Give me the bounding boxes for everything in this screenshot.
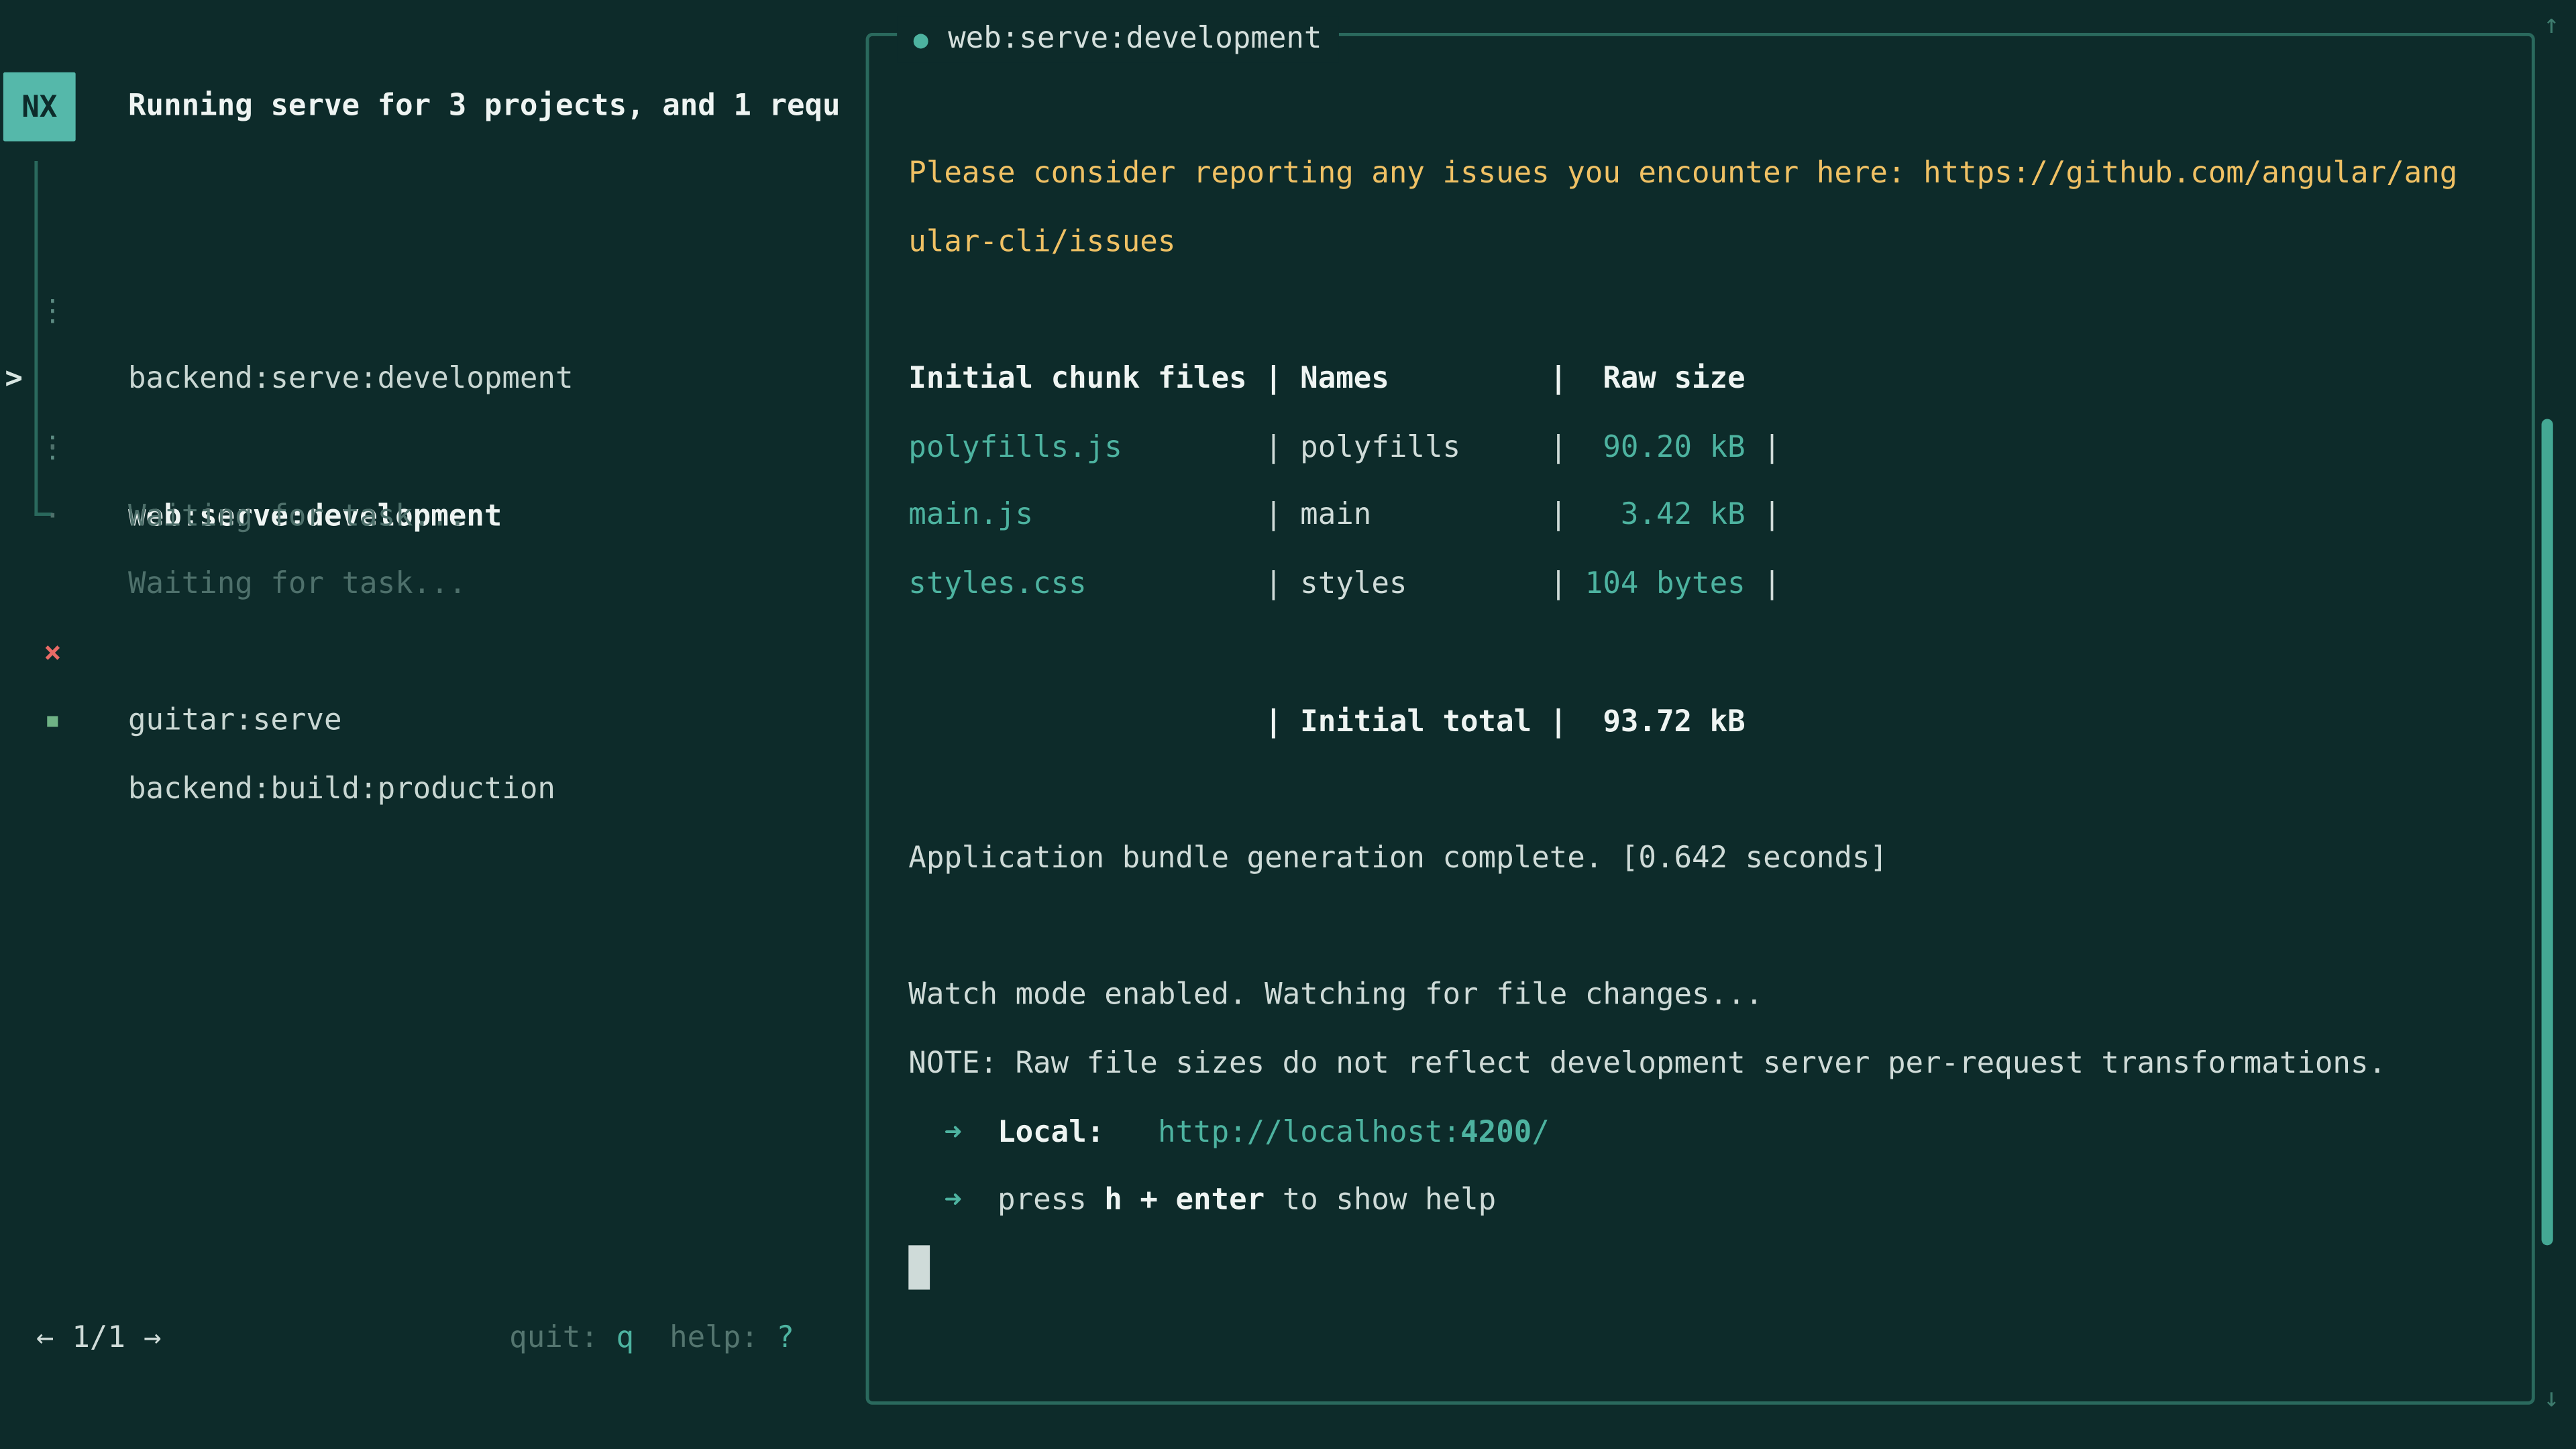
nx-terminal-ui: NX Running serve for 3 projects, and 1 r… bbox=[0, 0, 2576, 1449]
terminal-text bbox=[908, 1115, 944, 1149]
chunk-file-name: polyfills.js bbox=[908, 430, 1122, 464]
terminal-text: to show help bbox=[1265, 1183, 1496, 1218]
terminal-line: polyfills.js | polyfills | 90.20 kB | bbox=[908, 414, 2522, 482]
terminal-line: Initial chunk files | Names | Raw size bbox=[908, 345, 2522, 413]
task-output-title: ● web:serve:development bbox=[897, 16, 1338, 62]
terminal-line bbox=[908, 893, 2522, 961]
terminal-line: styles.css | styles | 104 bytes | bbox=[908, 551, 2522, 619]
task-item-web-serve[interactable]: > ⋮ web:serve:development bbox=[0, 277, 866, 345]
task-item-backend-serve[interactable]: ⋮ backend:serve:development bbox=[0, 209, 866, 277]
chunk-raw-size: 104 bytes bbox=[1585, 567, 1746, 601]
initial-total: | Initial total | 93.72 kB bbox=[908, 704, 1745, 738]
chunk-raw-size: 3.42 kB bbox=[1621, 498, 1746, 533]
nx-logo: NX bbox=[3, 72, 76, 142]
keyboard-hints: quit: q help: ? bbox=[509, 1304, 794, 1373]
terminal-text: | bbox=[1746, 430, 1781, 464]
pager: ← 1/1 → bbox=[36, 1304, 162, 1373]
local-url-port[interactable]: 4200 bbox=[1460, 1115, 1532, 1149]
help-hint-label: help: bbox=[669, 1321, 776, 1355]
terminal-text: | bbox=[1746, 567, 1781, 601]
terminal-line: Please consider reporting any issues you… bbox=[908, 140, 2522, 208]
terminal-text: | main | bbox=[1033, 498, 1621, 533]
terminal-line bbox=[908, 619, 2522, 688]
task-item-waiting-1[interactable]: · Waiting for task... bbox=[0, 345, 866, 414]
arrow-icon: ➜ bbox=[944, 1115, 962, 1149]
local-url-link[interactable]: http://localhost: bbox=[1158, 1115, 1460, 1149]
chunk-file-name: styles.css bbox=[908, 567, 1086, 601]
sidebar-title: Running serve for 3 projects, and 1 requ bbox=[128, 72, 866, 142]
sidebar: NX Running serve for 3 projects, and 1 r… bbox=[0, 0, 866, 1449]
note-message: NOTE: Raw file sizes do not reflect deve… bbox=[908, 1046, 2386, 1081]
terminal-text bbox=[962, 1115, 998, 1149]
terminal-lines: Please consider reporting any issues you… bbox=[908, 140, 2522, 1304]
terminal-text: | polyfills | bbox=[1122, 430, 1603, 464]
task-label: backend:build:production bbox=[128, 756, 555, 824]
success-square-icon: ■ bbox=[38, 688, 67, 756]
local-label: Local: bbox=[998, 1115, 1104, 1149]
chunk-file-name: main.js bbox=[908, 498, 1033, 533]
pager-prev-arrow[interactable]: ← bbox=[36, 1304, 54, 1373]
arrow-icon: ➜ bbox=[944, 1183, 962, 1218]
status-bullet-icon: ● bbox=[914, 25, 928, 54]
task-item-backend-build[interactable]: ■ backend:build:production bbox=[0, 619, 866, 688]
terminal-text bbox=[1104, 1115, 1158, 1149]
task-output-title-text: web:serve:development bbox=[948, 21, 1322, 56]
bundle-complete-message: Application bundle generation complete. … bbox=[908, 841, 1888, 875]
terminal-line: NOTE: Raw file sizes do not reflect deve… bbox=[908, 1030, 2522, 1098]
task-item-guitar-serve[interactable]: × guitar:serve bbox=[0, 550, 866, 619]
terminal-line: ular-cli/issues bbox=[908, 208, 2522, 276]
task-label: guitar:serve bbox=[128, 688, 341, 756]
scroll-down-icon[interactable]: ↓ bbox=[2532, 1382, 2571, 1413]
help-key: ? bbox=[776, 1321, 794, 1355]
github-issues-link[interactable]: ular-cli/issues bbox=[908, 225, 1175, 259]
terminal-text: | styles | bbox=[1087, 567, 1585, 601]
task-list-finished: × guitar:serve ■ backend:build:productio… bbox=[0, 550, 866, 687]
terminal-line: main.js | main | 3.42 kB | bbox=[908, 482, 2522, 551]
terminal-line bbox=[908, 1236, 2522, 1304]
task-label: Waiting for task... bbox=[128, 482, 466, 551]
scroll-up-icon[interactable]: ↑ bbox=[2532, 8, 2571, 40]
quit-key: q bbox=[616, 1321, 634, 1355]
terminal-line: ➜ Local: http://localhost:4200/ bbox=[908, 1098, 2522, 1167]
hint-separator bbox=[634, 1321, 669, 1355]
terminal-cursor bbox=[908, 1244, 930, 1289]
terminal-text bbox=[908, 1183, 944, 1218]
terminal-line: | Initial total | 93.72 kB bbox=[908, 688, 2522, 756]
help-keys: h + enter bbox=[1104, 1183, 1265, 1218]
terminal-line bbox=[908, 276, 2522, 345]
quit-hint-label: quit: bbox=[509, 1321, 616, 1355]
scrollbar-thumb[interactable] bbox=[2542, 419, 2553, 1245]
terminal-line: Watch mode enabled. Watching for file ch… bbox=[908, 961, 2522, 1030]
github-issues-link[interactable]: https://github.com/angular/ang bbox=[1923, 156, 2457, 191]
task-item-waiting-2[interactable]: · Waiting for task... bbox=[0, 414, 866, 482]
terminal-line: Application bundle generation complete. … bbox=[908, 824, 2522, 893]
pager-current: 1/1 bbox=[72, 1304, 125, 1373]
task-list-running: ⋮ backend:serve:development > ⋮ web:serv… bbox=[0, 209, 866, 482]
terminal-text: Please consider reporting any issues you… bbox=[908, 156, 1923, 191]
terminal-text: | bbox=[1746, 498, 1781, 533]
terminal-line: ➜ press h + enter to show help bbox=[908, 1167, 2522, 1236]
pager-next-arrow[interactable]: → bbox=[144, 1304, 162, 1373]
local-url-link[interactable]: / bbox=[1532, 1115, 1550, 1149]
terminal-text: press bbox=[962, 1183, 1104, 1218]
chunk-raw-size: 90.20 kB bbox=[1603, 430, 1745, 464]
chunk-table-header: Initial chunk files | Names | Raw size bbox=[908, 362, 1745, 396]
waiting-dot-icon: · bbox=[38, 482, 67, 551]
watch-mode-message: Watch mode enabled. Watching for file ch… bbox=[908, 978, 1763, 1012]
terminal-line bbox=[908, 756, 2522, 824]
